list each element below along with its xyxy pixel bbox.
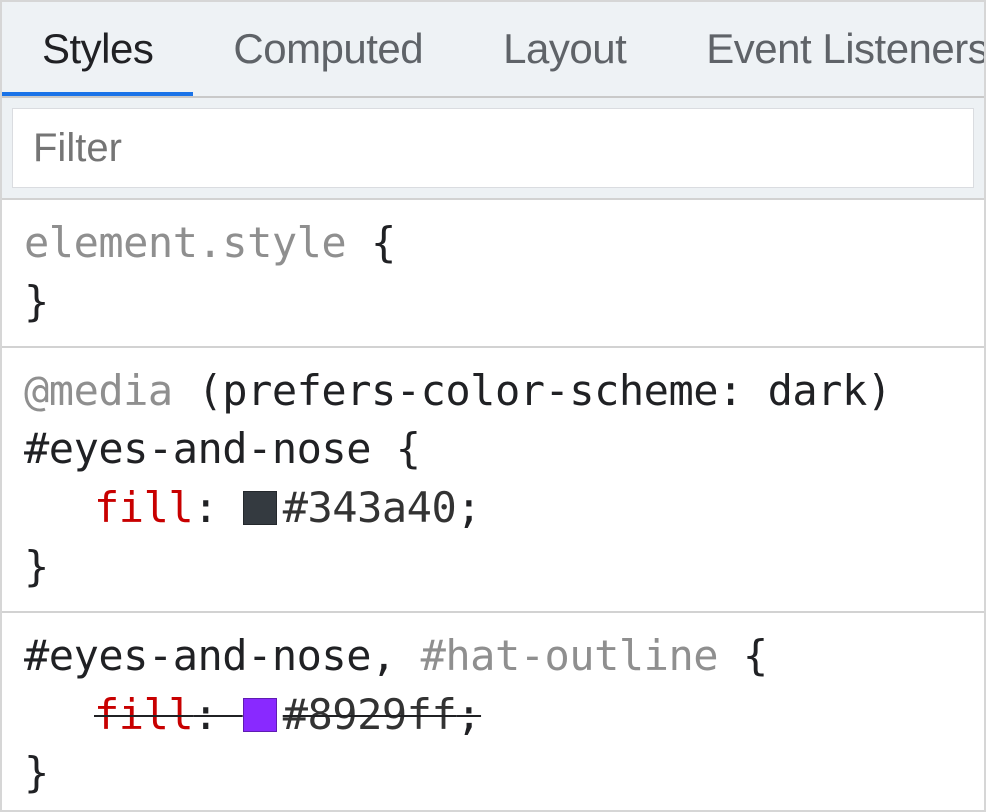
- tab-event-listeners[interactable]: Event Listeners: [666, 2, 984, 96]
- semicolon: ;: [456, 690, 481, 739]
- color-swatch[interactable]: [243, 698, 277, 732]
- comma: ,: [371, 631, 421, 680]
- color-swatch[interactable]: [243, 491, 277, 525]
- selector-line: element.style {: [24, 214, 962, 273]
- property-value[interactable]: #343a40: [283, 483, 457, 532]
- tab-computed[interactable]: Computed: [193, 2, 463, 96]
- declaration[interactable]: fill: #8929ff;: [24, 686, 962, 745]
- property-name[interactable]: fill: [94, 483, 193, 532]
- filter-bar: [2, 98, 984, 200]
- style-rule[interactable]: @media (prefers-color-scheme: dark) #eye…: [2, 348, 984, 613]
- styles-rules: element.style { } @media (prefers-color-…: [2, 200, 984, 812]
- open-brace: {: [718, 631, 768, 680]
- open-brace: {: [346, 218, 396, 267]
- media-query: (prefers-color-scheme: dark): [173, 366, 892, 415]
- selector-line: #eyes-and-nose {: [24, 420, 962, 479]
- selector-inactive: #hat-outline: [421, 631, 718, 680]
- close-brace: }: [24, 744, 962, 803]
- devtools-panel: Styles Computed Layout Event Listeners e…: [0, 0, 986, 812]
- close-brace: }: [24, 273, 962, 332]
- selector-element-style: element.style: [24, 218, 346, 267]
- property-name[interactable]: fill: [94, 690, 193, 739]
- close-brace: }: [24, 538, 962, 597]
- colon: :: [193, 690, 243, 739]
- tabbar: Styles Computed Layout Event Listeners: [2, 2, 984, 98]
- property-value[interactable]: #8929ff: [283, 690, 457, 739]
- overridden-wrap: fill: #8929ff;: [94, 690, 481, 739]
- tab-styles[interactable]: Styles: [2, 2, 193, 96]
- filter-input[interactable]: [12, 108, 974, 188]
- selector: #eyes-and-nose: [24, 424, 371, 473]
- at-media: @media: [24, 366, 173, 415]
- colon: :: [193, 483, 243, 532]
- semicolon: ;: [456, 483, 481, 532]
- selector: #eyes-and-nose: [24, 631, 371, 680]
- tab-layout[interactable]: Layout: [463, 2, 666, 96]
- style-rule[interactable]: element.style { }: [2, 200, 984, 348]
- declaration[interactable]: fill: #343a40;: [24, 479, 962, 538]
- media-line: @media (prefers-color-scheme: dark): [24, 362, 962, 421]
- open-brace: {: [371, 424, 421, 473]
- style-rule[interactable]: #eyes-and-nose, #hat-outline { fill: #89…: [2, 613, 984, 812]
- selector-line: #eyes-and-nose, #hat-outline {: [24, 627, 962, 686]
